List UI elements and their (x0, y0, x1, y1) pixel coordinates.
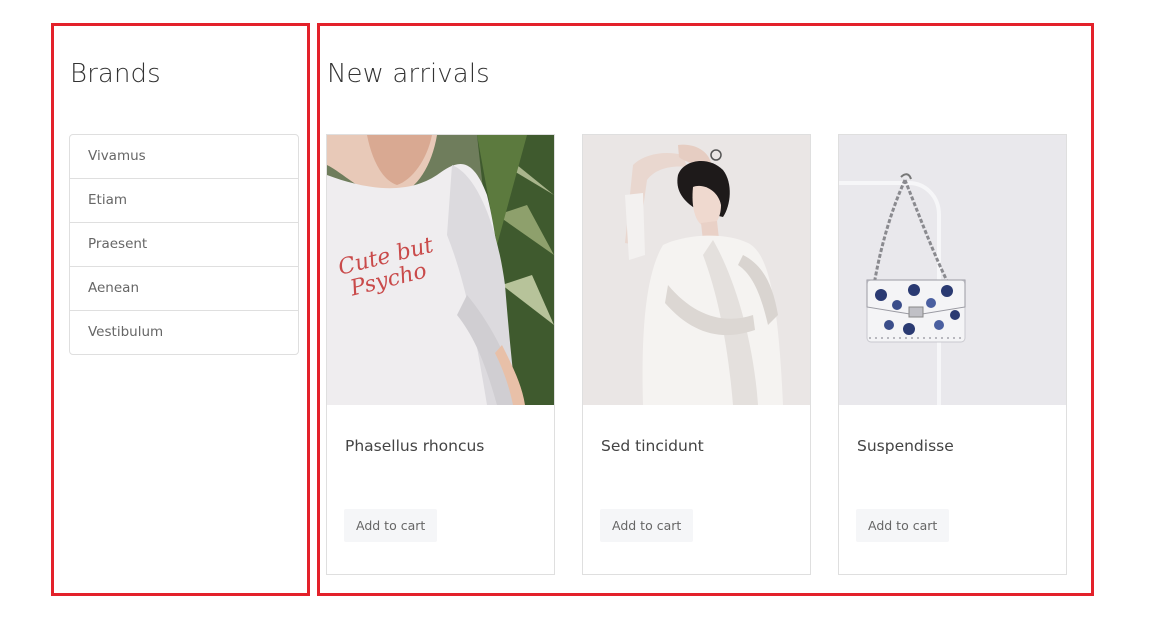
brand-item-vestibulum[interactable]: Vestibulum (70, 311, 298, 354)
add-to-cart-button[interactable]: Add to cart (344, 509, 438, 542)
model-photo[interactable] (583, 135, 810, 405)
product-card: Sed tincidunt Add to cart (582, 134, 811, 575)
brands-title: Brands (70, 59, 161, 89)
brand-item-aenean[interactable]: Aenean (70, 267, 298, 311)
arrivals-title: New arrivals (327, 59, 490, 89)
brand-list: Vivamus Etiam Praesent Aenean Vestibulum (69, 134, 299, 355)
product-card: Suspendisse Add to cart (838, 134, 1067, 575)
product-title[interactable]: Sed tincidunt (601, 437, 704, 455)
brand-item-etiam[interactable]: Etiam (70, 179, 298, 223)
product-card: Cute but Psycho Phasellus rhoncus Add to… (326, 134, 555, 575)
brand-item-vivamus[interactable]: Vivamus (70, 135, 298, 179)
brands-panel: Brands Vivamus Etiam Praesent Aenean Ves… (51, 23, 310, 596)
brand-item-praesent[interactable]: Praesent (70, 223, 298, 267)
product-title[interactable]: Phasellus rhoncus (345, 437, 484, 455)
add-to-cart-button[interactable]: Add to cart (856, 509, 950, 542)
arrivals-panel: New arrivals Cute but Psycho Phasellus r… (317, 23, 1094, 596)
sweatshirt-photo[interactable]: Cute but Psycho (327, 135, 554, 405)
page: Brands Vivamus Etiam Praesent Aenean Ves… (0, 0, 1155, 631)
product-title[interactable]: Suspendisse (857, 437, 954, 455)
add-to-cart-button[interactable]: Add to cart (600, 509, 694, 542)
handbag-photo[interactable] (839, 135, 1066, 405)
